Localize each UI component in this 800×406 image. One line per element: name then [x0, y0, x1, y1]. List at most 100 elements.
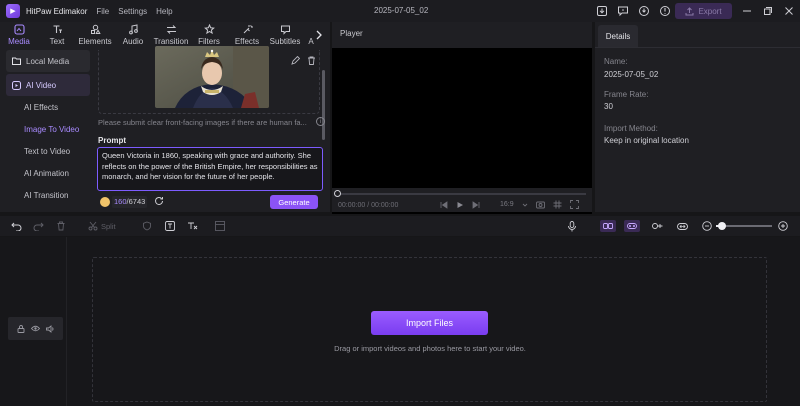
transition-icon [166, 25, 176, 34]
tab-subtitles[interactable]: Subtitles [266, 22, 304, 48]
details-panel: Details Name: 2025-07-05_02 Frame Rate: … [595, 22, 800, 212]
text-box-icon[interactable] [164, 220, 176, 232]
tab-transition[interactable]: Transition [152, 22, 190, 48]
app-name: HitPaw Edimakor [26, 6, 88, 16]
chevron-right-icon[interactable] [312, 28, 326, 42]
nav-image-to-video[interactable]: Image To Video [6, 118, 90, 140]
nav-local-media-label: Local Media [26, 56, 70, 66]
generate-button[interactable]: Generate [270, 195, 318, 209]
microphone-icon[interactable] [566, 220, 578, 232]
import-files-button[interactable]: Import Files [371, 311, 488, 335]
delete-icon[interactable] [55, 220, 67, 232]
info-icon[interactable]: i [316, 117, 325, 126]
import-method-value: Keep in original location [604, 136, 689, 145]
tab-effects[interactable]: Effects [228, 22, 266, 48]
menu-settings[interactable]: Settings [118, 7, 147, 16]
zoom-out-icon[interactable] [701, 220, 713, 232]
image-upload-box[interactable] [98, 46, 320, 114]
track-divider [66, 237, 67, 406]
chat-icon[interactable] [615, 3, 630, 18]
tab-details[interactable]: Details [598, 25, 638, 47]
progress-track[interactable] [336, 193, 586, 195]
ai-video-icon [12, 80, 21, 90]
track-lock-icon[interactable] [17, 324, 25, 333]
nav-ai-animation[interactable]: AI Animation [6, 162, 90, 184]
auto-ripple-toggle[interactable] [624, 220, 640, 232]
details-divider [595, 47, 800, 48]
grid-icon[interactable] [553, 200, 562, 209]
credits-total: /6743 [126, 197, 146, 206]
player-title: Player [340, 29, 363, 38]
ripple-icon [627, 223, 637, 229]
minimize-icon[interactable] [740, 3, 754, 18]
tab-elements-label: Elements [78, 37, 112, 46]
download-icon[interactable] [594, 3, 609, 18]
effects-icon [243, 25, 253, 34]
refresh-icon[interactable] [154, 196, 164, 208]
project-title: 2025-07-05_02 [374, 6, 429, 15]
chevron-down-icon[interactable] [522, 202, 528, 208]
export-button[interactable]: Export [675, 3, 732, 19]
zoom-slider-knob[interactable] [718, 222, 727, 230]
track-visibility-icon[interactable] [30, 325, 40, 332]
nav-ai-effects[interactable]: AI Effects [6, 96, 90, 118]
fit-timeline-toggle[interactable] [674, 220, 690, 232]
coin-icon [100, 197, 110, 207]
crop-icon[interactable] [214, 220, 226, 232]
menu-file[interactable]: File [96, 7, 109, 16]
tab-media[interactable]: Media [0, 22, 38, 48]
shield-icon[interactable] [141, 220, 153, 232]
tab-elements[interactable]: Elements [76, 22, 114, 48]
nav-ai-transition[interactable]: AI Transition [6, 184, 90, 206]
tab-subtitles-label: Subtitles [269, 37, 301, 46]
track-audio-icon[interactable] [45, 324, 55, 333]
snapshot-icon[interactable] [535, 200, 545, 209]
tab-media-label: Media [8, 37, 30, 46]
tab-filters[interactable]: Filters [190, 22, 228, 48]
name-label: Name: [604, 57, 628, 66]
close-icon[interactable] [782, 3, 796, 18]
notification-icon[interactable] [657, 3, 672, 18]
name-value: 2025-07-05_02 [604, 70, 659, 79]
tab-audio[interactable]: Audio [114, 22, 152, 48]
track-controls [8, 317, 63, 340]
tab-text-label: Text [49, 37, 65, 46]
uploaded-image [155, 46, 269, 108]
title-bar: ▶ HitPaw Edimakor File Settings Help 202… [0, 0, 800, 22]
progress-knob[interactable] [334, 190, 341, 197]
trash-icon[interactable] [307, 56, 316, 67]
nav-ai-video[interactable]: AI Video [6, 74, 90, 96]
player-panel: Player 00:00:00 / 00:00:00 16:9 [332, 22, 592, 214]
aspect-ratio[interactable]: 16:9 [500, 201, 514, 208]
fullscreen-icon[interactable] [569, 200, 579, 209]
media-panel: Media Text Elements Audio Transition Fil… [0, 22, 330, 212]
nav-local-media[interactable]: Local Media [6, 50, 90, 72]
import-method-label: Import Method: [604, 124, 658, 133]
timecode: 00:00:00 / 00:00:00 [338, 202, 399, 209]
next-frame-icon[interactable] [472, 200, 480, 209]
prev-frame-icon[interactable] [440, 200, 448, 209]
redo-icon[interactable] [32, 220, 44, 232]
export-icon [685, 6, 694, 15]
nav-ai-video-label: AI Video [26, 80, 57, 90]
zoom-in-icon[interactable] [777, 220, 789, 232]
prompt-textarea[interactable]: Queen Victoria in 1860, speaking with gr… [97, 147, 323, 191]
maximize-icon[interactable] [761, 3, 775, 18]
menu-help[interactable]: Help [156, 7, 172, 16]
edit-icon[interactable] [291, 55, 301, 67]
fit-icon [676, 222, 688, 230]
tab-text[interactable]: Text [38, 22, 76, 48]
media-icon [13, 24, 25, 35]
chain-icon [651, 223, 662, 229]
undo-icon[interactable] [10, 220, 22, 232]
timeline-toolbar: Split [0, 216, 800, 236]
play-icon[interactable] [456, 201, 464, 209]
content-scrollbar[interactable] [322, 70, 325, 140]
clear-text-icon[interactable] [186, 220, 198, 232]
preview-link-toggle[interactable] [649, 220, 665, 232]
split-icon[interactable] [87, 220, 99, 232]
nav-more[interactable]: Ma [6, 206, 90, 210]
nav-text-to-video[interactable]: Text to Video [6, 140, 90, 162]
feedback-icon[interactable] [636, 3, 651, 18]
magnet-snap-toggle[interactable] [600, 220, 616, 232]
